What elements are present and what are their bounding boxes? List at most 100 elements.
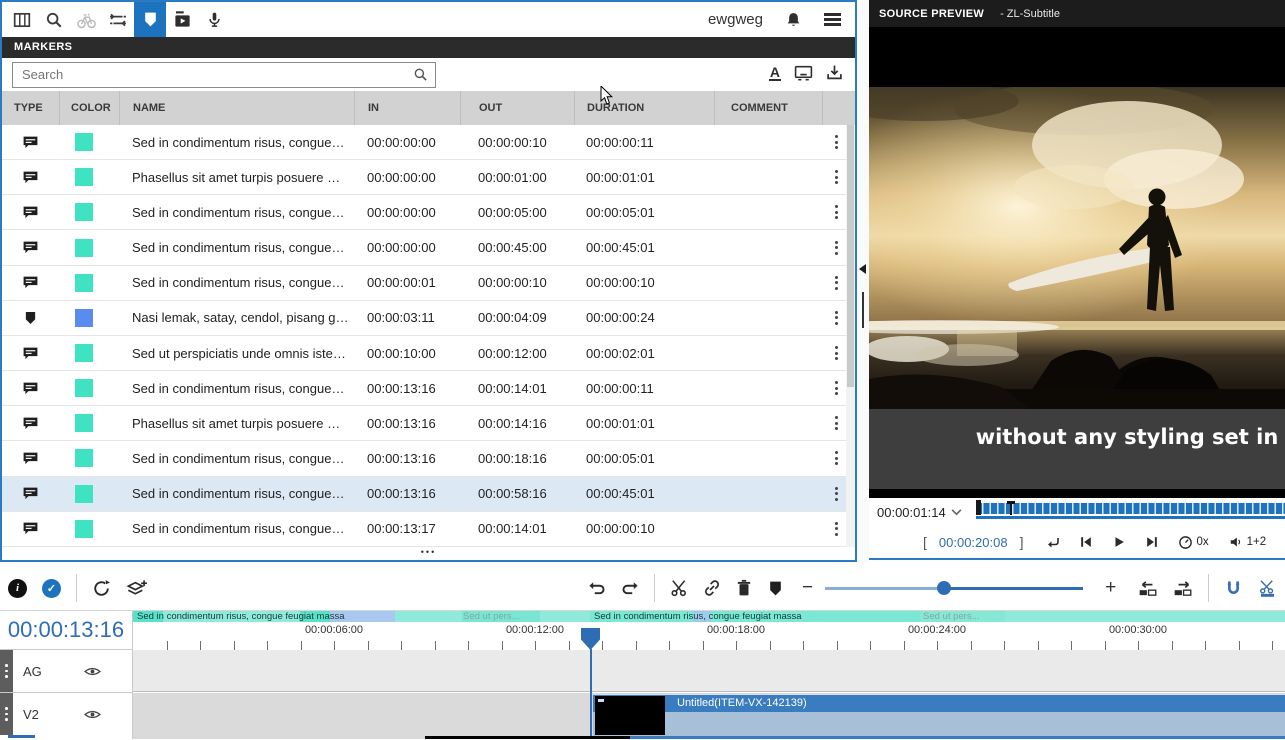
track-lane-ag[interactable] [133,650,1285,692]
video-viewport[interactable]: without any styling set in [869,27,1285,498]
column-header-in[interactable]: IN [354,91,460,125]
row-menu-button[interactable] [832,238,841,258]
row-menu-button[interactable] [832,519,841,539]
search-button[interactable] [38,2,70,37]
scrollbar-thumb[interactable] [847,125,854,387]
column-header-type[interactable]: TYPE [2,91,59,125]
play-icon[interactable] [1112,535,1126,549]
text-format-icon[interactable]: A [769,65,781,81]
timeline-subtitle-segment[interactable]: Sed ut pers... [923,611,980,622]
export-video-button[interactable] [166,2,198,37]
zoom-out-button[interactable]: − [802,581,813,595]
table-row[interactable]: Sed in condimentum risus, congue… 00:00:… [2,441,855,476]
row-menu-button[interactable] [832,202,841,222]
timeline-subtitle-segment[interactable]: Sed in condimentum risus, congue feugiat… [594,611,802,622]
row-menu-button[interactable] [832,448,841,468]
add-marker-icon[interactable] [767,580,784,597]
table-row[interactable]: Phasellus sit amet turpis posuere … 00:0… [2,406,855,441]
table-scrollbar[interactable] [846,125,855,547]
scrub-playhead[interactable] [1010,501,1012,515]
row-menu-button[interactable] [832,273,841,293]
auto-cut-icon[interactable] [1258,579,1277,598]
approve-icon[interactable]: ✓ [42,579,61,598]
track-header-ag[interactable]: AG [0,649,132,692]
table-row[interactable]: Phasellus sit amet turpis posuere … 00:0… [2,160,855,195]
timeline-zoom-slider[interactable] [825,581,1083,595]
row-menu-button[interactable] [832,308,841,328]
row-menu-button[interactable] [832,167,841,187]
table-row[interactable]: Sed in condimentum risus, congue… 00:00:… [2,371,855,406]
preview-scrub-bar[interactable] [976,503,1285,521]
search-field-icon[interactable] [413,67,428,82]
redo-icon[interactable] [621,580,639,596]
snap-magnet-icon[interactable] [1224,579,1243,598]
timeline-clip[interactable]: Untitled(ITEM-VX-142139) [593,695,1285,736]
collapse-panel-icon[interactable] [859,264,866,274]
audio-channels[interactable]: 1+2 [1228,535,1267,549]
loop-icon[interactable] [1045,535,1060,549]
shift-left-icon[interactable] [1138,580,1158,597]
zoom-in-button[interactable]: + [1105,581,1116,595]
row-menu-button[interactable] [832,343,841,363]
adjustments-button[interactable] [102,2,134,37]
chevron-down-icon[interactable] [951,508,962,516]
mark-in-button[interactable]: [ [923,534,927,550]
timeline-playhead-line[interactable] [590,649,592,739]
track-visibility-icon[interactable] [84,665,101,678]
search-box[interactable] [12,62,436,88]
delete-icon[interactable] [736,579,752,597]
timeline-tracks-area[interactable]: Sed in condimentum risus, congue feugiat… [133,611,1285,739]
row-menu-button[interactable] [832,484,841,504]
timeline-subtitle-segment[interactable]: Sed ut pers... [463,611,520,622]
subtitle-display-icon[interactable] [794,64,813,81]
notifications-icon[interactable] [785,11,802,29]
markers-tab-button[interactable] [134,2,166,37]
mark-out-button[interactable]: ] [1020,534,1024,550]
playback-speed[interactable]: 0x [1178,535,1208,550]
download-icon[interactable] [826,64,843,81]
track-drag-handle[interactable] [0,693,13,735]
panel-resize-handle[interactable]: ••• [2,547,855,560]
table-row[interactable]: Sed in condimentum risus, congue… 00:00:… [2,512,855,547]
table-row[interactable]: Sed in condimentum risus, congue… 00:00:… [2,266,855,301]
reset-icon[interactable] [92,579,111,598]
column-header-comment[interactable]: COMMENT [714,91,822,125]
panel-columns-button[interactable] [6,2,38,37]
column-header-out[interactable]: OUT [460,91,574,125]
column-header-color[interactable]: COLOR [59,91,119,125]
track-header-v2[interactable]: V2 [0,692,132,735]
link-icon[interactable] [703,579,721,597]
cut-icon[interactable] [670,579,688,597]
menu-icon[interactable] [824,10,841,28]
timeline-current-timecode[interactable]: 00:00:13:16 [0,611,132,649]
info-icon[interactable]: i [8,579,27,598]
zoom-slider-knob[interactable] [937,581,951,595]
timeline-subtitle-segment[interactable]: Sed in condimentum risus, congue feugiat… [137,611,345,622]
gutter-scrollbar[interactable] [862,292,864,328]
row-menu-button[interactable] [832,378,841,398]
column-header-name[interactable]: NAME [119,91,354,125]
track-drag-handle[interactable] [0,650,13,692]
bicycle-button[interactable] [70,2,102,37]
next-frame-icon[interactable] [1145,535,1159,549]
undo-icon[interactable] [588,580,606,596]
table-row[interactable]: Sed in condimentum risus, congue… 00:00:… [2,195,855,230]
previous-frame-icon[interactable] [1079,535,1093,549]
microphone-button[interactable] [198,2,230,37]
row-menu-button[interactable] [832,132,841,152]
table-row[interactable]: Nasi lemak, satay, cendol, pisang g… 00:… [2,301,855,336]
timeline-ruler[interactable]: 00:00:06:0000:00:12:0000:00:18:0000:00:2… [133,622,1285,650]
subtitle-track-strip[interactable]: Sed in condimentum risus, congue feugiat… [133,611,1285,622]
preview-current-timecode[interactable]: 00:00:01:14 [877,505,946,520]
add-layer-icon[interactable] [126,579,147,598]
track-visibility-icon[interactable] [84,708,101,721]
table-row[interactable]: Sed in condimentum risus, congue… 00:00:… [2,230,855,265]
shift-right-icon[interactable] [1173,580,1193,597]
table-row[interactable]: Sed in condimentum risus, congue… 00:00:… [2,125,855,160]
preview-duration-timecode[interactable]: 00:00:20:08 [939,535,1008,550]
row-menu-button[interactable] [832,413,841,433]
column-header-duration[interactable]: DURATION [574,91,714,125]
table-row[interactable]: Sed in condimentum risus, congue… 00:00:… [2,477,855,512]
table-row[interactable]: Sed ut perspiciatis unde omnis iste… 00:… [2,336,855,371]
search-input[interactable] [20,66,413,83]
